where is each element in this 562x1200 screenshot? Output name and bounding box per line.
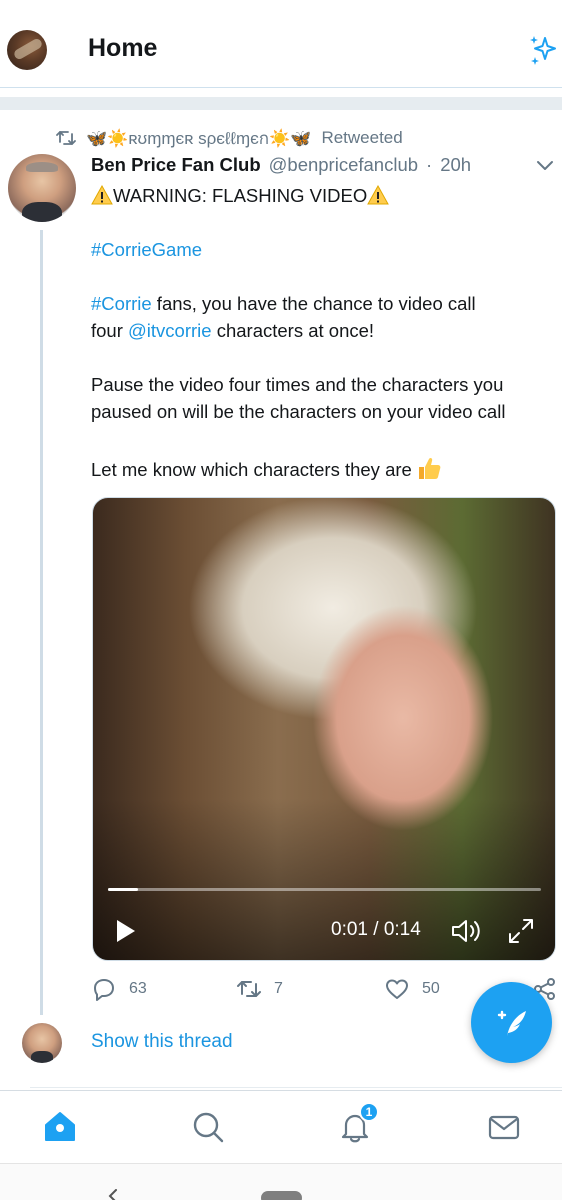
thread-avatar-shirt <box>31 1051 53 1063</box>
hashtag-corrie[interactable]: #Corrie <box>91 293 152 314</box>
home-pill[interactable] <box>261 1191 302 1200</box>
author-name[interactable]: Ben Price Fan Club <box>91 154 261 176</box>
retweet-action[interactable]: 7 <box>236 977 283 1001</box>
reply-icon <box>94 979 114 1001</box>
retweeter-name[interactable]: 🦋☀️ʀʊɱɱєʀ ѕρєℓℓɱєก☀️🦋 <box>86 125 311 152</box>
tweet-text-characters: characters at once! <box>211 320 375 341</box>
video-progress-fill <box>108 888 139 891</box>
avatar-shirt <box>22 202 62 222</box>
video-time: 0:01 / 0:14 <box>331 919 421 940</box>
author-avatar[interactable] <box>8 154 76 222</box>
video-progress-bar[interactable] <box>108 888 541 891</box>
retweet-context[interactable]: 🦋☀️ʀʊɱɱєʀ ѕρєℓℓɱєก☀️🦋 Retweeted <box>56 127 403 149</box>
reply-count: 63 <box>129 980 147 997</box>
video-player[interactable]: 0:01 / 0:14 <box>92 497 556 961</box>
tweet-line-hashtag: #CorrieGame <box>91 239 202 261</box>
tweet-line-3: #Corrie fans, you have the chance to vid… <box>91 293 476 315</box>
retweet-count: 7 <box>274 980 283 997</box>
fullscreen-icon[interactable] <box>507 917 535 945</box>
sparkle-icon[interactable] <box>528 34 558 66</box>
retweet-icon <box>237 981 261 997</box>
like-count: 50 <box>422 980 440 997</box>
tweet-line-warning: WARNING: FLASHING VIDEO <box>91 185 390 207</box>
tweet-header: Ben Price Fan Club @benpricefanclub · 20… <box>91 154 471 176</box>
mail-icon[interactable] <box>486 1109 522 1145</box>
retweeted-label: Retweeted <box>321 128 403 147</box>
show-thread-link[interactable]: Show this thread <box>91 1031 233 1053</box>
chevron-down-icon[interactable] <box>536 160 554 172</box>
system-navigation-bar <box>0 1163 562 1200</box>
retweet-small-icon <box>56 131 76 145</box>
warning-text: WARNING: FLASHING VIDEO <box>113 185 368 206</box>
author-handle[interactable]: @benpricefanclub <box>269 154 418 176</box>
tweet-text-four: four <box>91 320 129 341</box>
tweet-line-5: Pause the video four times and the chara… <box>91 374 504 395</box>
bottom-navigation <box>0 1090 562 1163</box>
feed-separator <box>30 1087 562 1088</box>
thread-avatar[interactable] <box>22 1023 62 1063</box>
notifications-badge: 1 <box>359 1102 379 1122</box>
page-title: Home <box>88 34 158 62</box>
reply-action[interactable]: 63 <box>91 977 147 1001</box>
volume-icon[interactable] <box>450 917 482 945</box>
feed-divider <box>0 97 562 110</box>
avatar-hair <box>26 162 58 172</box>
mention-itvcorrie[interactable]: @itvcorrie <box>128 320 212 341</box>
compose-tweet-button[interactable] <box>471 982 552 1063</box>
thread-connector <box>40 230 43 1015</box>
time-separator: · <box>426 154 433 175</box>
like-action[interactable]: 50 <box>384 977 440 1001</box>
tweet-text-fans: fans, you have the chance to video call <box>151 293 476 314</box>
tweet-time[interactable]: 20h <box>440 154 471 176</box>
thumbs-up-icon <box>418 457 441 479</box>
compose-feather-icon <box>497 1010 526 1036</box>
tweet-line-4: four @itvcorrie characters at once! <box>91 320 374 342</box>
home-icon[interactable] <box>42 1109 78 1145</box>
warning-icon <box>91 185 113 205</box>
warning-icon <box>367 185 390 205</box>
tweet-text-let-me-know: Let me know which characters they are <box>91 459 412 480</box>
profile-avatar[interactable] <box>7 30 47 70</box>
tweet-line-6: paused on will be the characters on your… <box>91 401 506 422</box>
back-icon[interactable] <box>106 1189 120 1200</box>
hashtag-corriegame[interactable]: #CorrieGame <box>91 239 202 260</box>
play-icon[interactable] <box>115 918 137 944</box>
top-app-bar: Home <box>0 0 562 88</box>
heart-icon <box>386 979 408 999</box>
tweet-line-7: Let me know which characters they are <box>91 455 442 481</box>
search-icon[interactable] <box>190 1109 226 1145</box>
